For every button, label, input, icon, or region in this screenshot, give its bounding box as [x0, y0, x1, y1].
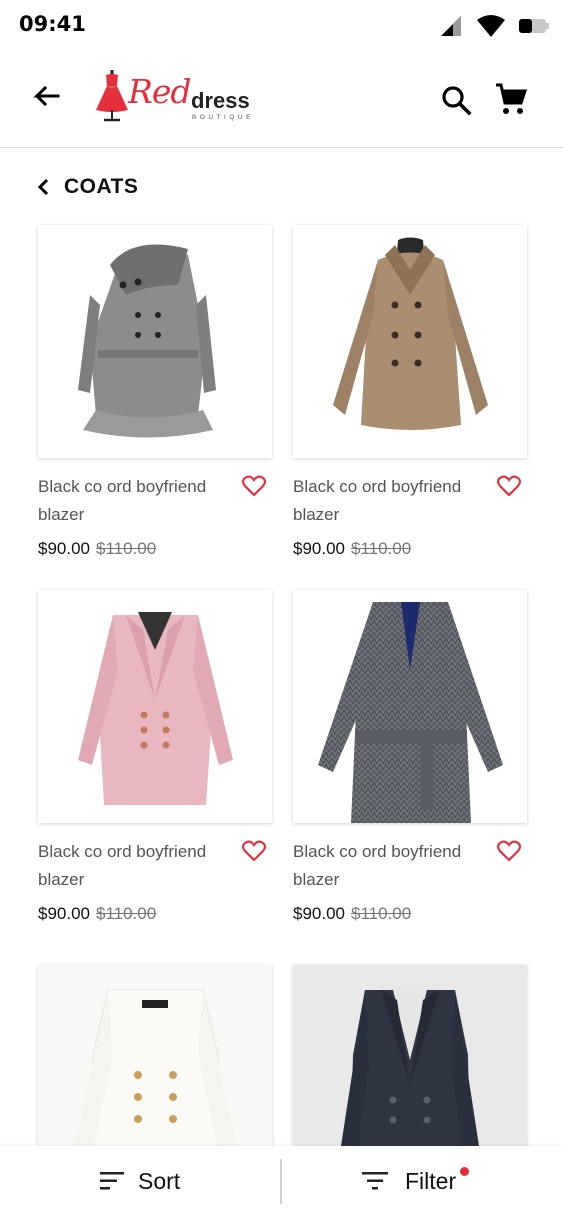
- filter-icon: [362, 1172, 388, 1190]
- product-card[interactable]: Black co ord boyfriend blazer $90.00 $110…: [293, 590, 527, 923]
- product-card[interactable]: Black co ord boyfriend blazer $90.00 $110…: [293, 225, 527, 558]
- product-name[interactable]: Black co ord boyfriend blazer: [293, 473, 493, 529]
- heart-outline-icon: [496, 475, 522, 497]
- logo-tagline: BOUTIQUE: [192, 114, 254, 121]
- search-icon: [442, 86, 472, 116]
- coat-tan-image: [333, 237, 488, 430]
- brand-logo[interactable]: Red dress BOUTIQUE: [94, 70, 259, 130]
- status-bar: 09:41: [0, 0, 563, 52]
- old-price: $110.00: [96, 539, 157, 558]
- sort-icon: [100, 1172, 124, 1190]
- status-icons: [439, 14, 549, 38]
- back-arrow-icon: [33, 85, 60, 107]
- status-time: 09:41: [19, 12, 86, 36]
- product-card[interactable]: Black co ord boyfriend blazer $90.00 $110…: [38, 225, 272, 558]
- price-row: $90.00 $110.00: [293, 539, 411, 559]
- product-name[interactable]: Black co ord boyfriend blazer: [38, 838, 238, 894]
- section-header: COATS: [36, 172, 138, 202]
- product-image[interactable]: [38, 590, 272, 823]
- price-row: $90.00 $110.00: [38, 539, 156, 559]
- product-card[interactable]: Black co ord boyfriend blazer $90.00 $110…: [38, 590, 272, 923]
- old-price: $110.00: [351, 904, 412, 923]
- app-bar: Red dress BOUTIQUE: [0, 52, 563, 148]
- wishlist-button[interactable]: [496, 840, 522, 862]
- chevron-left-icon[interactable]: [36, 177, 52, 197]
- product-image[interactable]: [293, 225, 527, 458]
- section-title: COATS: [64, 175, 139, 198]
- search-button[interactable]: [440, 84, 472, 116]
- price: $90.00: [38, 539, 90, 558]
- old-price: $110.00: [96, 904, 157, 923]
- price: $90.00: [293, 539, 345, 558]
- coat-gray-image: [78, 244, 216, 438]
- sort-button[interactable]: Sort: [0, 1146, 281, 1215]
- battery-icon: [519, 19, 549, 33]
- price-row: $90.00 $110.00: [38, 904, 156, 924]
- heart-outline-icon: [496, 840, 522, 862]
- logo-text-red: Red: [128, 72, 192, 111]
- wishlist-button[interactable]: [496, 475, 522, 497]
- sort-label: Sort: [138, 1168, 181, 1194]
- signal-icon: [441, 16, 461, 36]
- wifi-icon: [477, 15, 505, 37]
- logo-text-dress: dress: [191, 88, 250, 113]
- product-image[interactable]: [38, 225, 272, 458]
- heart-outline-icon: [241, 475, 267, 497]
- filter-button[interactable]: Filter: [282, 1146, 563, 1215]
- filter-label: Filter: [405, 1168, 457, 1194]
- product-name[interactable]: Black co ord boyfriend blazer: [38, 473, 238, 529]
- bottom-bar: Sort Filter: [0, 1146, 563, 1215]
- back-button[interactable]: [28, 80, 64, 116]
- product-image[interactable]: [293, 590, 527, 823]
- price: $90.00: [38, 904, 90, 923]
- price-row: $90.00 $110.00: [293, 904, 411, 924]
- dress-form-icon: [96, 70, 128, 122]
- price: $90.00: [293, 904, 345, 923]
- wishlist-button[interactable]: [241, 840, 267, 862]
- filter-active-dot: [460, 1167, 469, 1176]
- cart-icon: [496, 83, 528, 114]
- old-price: $110.00: [351, 539, 412, 558]
- coat-pink-image: [78, 612, 233, 805]
- cart-button[interactable]: [494, 82, 528, 116]
- product-name[interactable]: Black co ord boyfriend blazer: [293, 838, 493, 894]
- wishlist-button[interactable]: [241, 475, 267, 497]
- heart-outline-icon: [241, 840, 267, 862]
- coat-herringbone-image: [318, 602, 503, 823]
